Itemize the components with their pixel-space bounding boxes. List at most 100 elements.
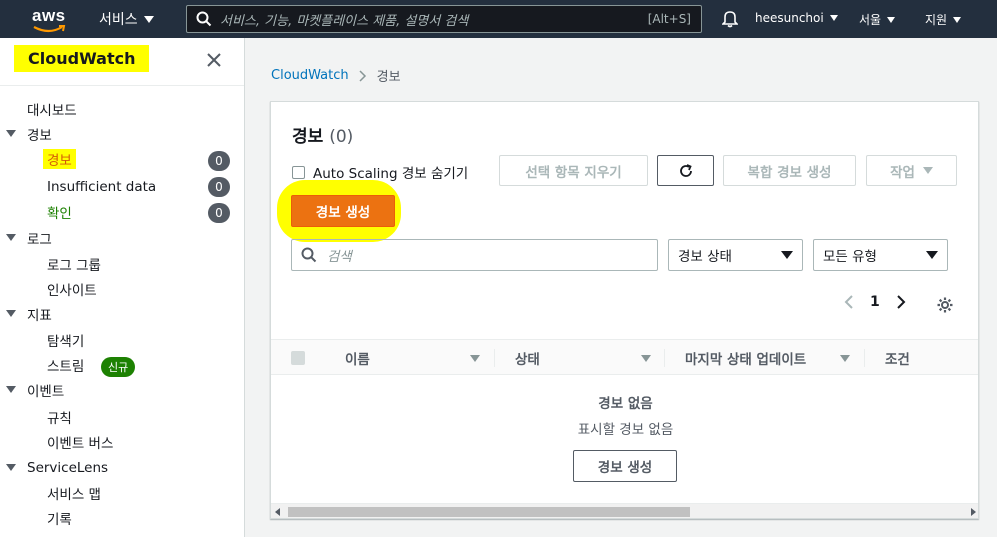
caret-down-icon bbox=[922, 167, 933, 174]
column-last-update[interactable]: 마지막 상태 업데이트 bbox=[685, 340, 806, 376]
column-name[interactable]: 이름 bbox=[345, 340, 370, 376]
horizontal-scrollbar[interactable] bbox=[271, 503, 978, 518]
chevron-left-icon[interactable] bbox=[844, 294, 854, 310]
sidebar-item-streams[interactable]: 스트림 bbox=[47, 354, 84, 376]
breadcrumb-current: 경보 bbox=[376, 70, 401, 85]
caret-down-icon bbox=[953, 16, 962, 23]
bell-icon[interactable] bbox=[722, 10, 738, 28]
alarm-type-select[interactable]: 모든 유형 bbox=[813, 239, 948, 271]
insufficient-count-badge: 0 bbox=[208, 177, 230, 197]
expand-triangle-icon[interactable] bbox=[6, 464, 16, 471]
column-divider bbox=[864, 349, 865, 367]
column-divider bbox=[494, 349, 495, 367]
table-header: 이름 상태 마지막 상태 업데이트 조건 bbox=[271, 339, 978, 376]
alarm-count: (0) bbox=[329, 127, 354, 147]
services-menu[interactable]: 서비스 bbox=[99, 9, 154, 29]
caret-down-icon bbox=[143, 15, 154, 23]
expand-triangle-icon[interactable] bbox=[6, 130, 16, 137]
alarm-search-input[interactable]: 검색 bbox=[327, 245, 352, 265]
column-state[interactable]: 상태 bbox=[515, 340, 540, 376]
global-search[interactable]: 서비스, 기능, 마켓플레이스 제품, 설명서 검색 [Alt+S] bbox=[186, 5, 702, 33]
region-label: 서울 bbox=[859, 13, 882, 27]
alarms-count-badge: 0 bbox=[208, 151, 230, 171]
hide-autoscaling-toggle[interactable]: Auto Scaling 경보 숨기기 bbox=[292, 162, 468, 182]
caret-down-icon bbox=[829, 15, 838, 21]
sidebar-group-logs[interactable]: 로그 bbox=[27, 227, 52, 249]
breadcrumb-root[interactable]: CloudWatch bbox=[271, 68, 349, 83]
sidebar-item-explorer[interactable]: 탐색기 bbox=[47, 329, 84, 351]
sidebar-group-events[interactable]: 이벤트 bbox=[27, 379, 64, 401]
actions-button[interactable]: 작업 bbox=[866, 155, 957, 186]
new-badge: 신규 bbox=[101, 357, 136, 377]
page-number[interactable]: 1 bbox=[870, 294, 880, 310]
caret-down-icon bbox=[781, 251, 793, 259]
actions-label: 작업 bbox=[890, 164, 915, 181]
empty-create-alarm-button[interactable]: 경보 생성 bbox=[573, 450, 677, 482]
panel-title-text: 경보 bbox=[292, 127, 324, 147]
expand-triangle-icon[interactable] bbox=[6, 234, 16, 241]
refresh-button[interactable] bbox=[657, 155, 714, 186]
sidebar-item-insufficient-data[interactable]: Insufficient data bbox=[47, 176, 156, 198]
empty-state-title: 경보 없음 bbox=[598, 396, 653, 412]
refresh-icon bbox=[679, 163, 692, 177]
sidebar-divider bbox=[0, 85, 244, 86]
chevron-right-icon[interactable] bbox=[896, 294, 906, 310]
top-navigation: aws 서비스 서비스, 기능, 마켓플레이스 제품, 설명서 검색 [Alt+… bbox=[0, 0, 997, 38]
caret-down-icon bbox=[887, 16, 896, 23]
aws-logo[interactable]: aws bbox=[30, 4, 70, 34]
sidebar-item-event-bus[interactable]: 이벤트 버스 bbox=[47, 431, 113, 453]
clear-selection-button[interactable]: 선택 항목 지우기 bbox=[499, 155, 648, 186]
column-conditions[interactable]: 조건 bbox=[885, 340, 910, 376]
caret-down-icon bbox=[926, 251, 938, 259]
region-menu[interactable]: 서울 bbox=[859, 11, 896, 28]
services-label: 서비스 bbox=[99, 12, 138, 28]
sidebar-item-alarms[interactable]: 경보 bbox=[43, 148, 76, 170]
sidebar: CloudWatch 대시보드 경보 경보 0 Insufficient dat… bbox=[0, 38, 245, 537]
hide-autoscaling-label: Auto Scaling 경보 숨기기 bbox=[313, 166, 469, 182]
search-shortcut: [Alt+S] bbox=[647, 12, 691, 26]
support-menu[interactable]: 지원 bbox=[925, 11, 962, 28]
sidebar-group-alarms[interactable]: 경보 bbox=[27, 123, 52, 145]
empty-state-subtitle: 표시할 경보 없음 bbox=[577, 422, 674, 438]
hide-autoscaling-checkbox[interactable] bbox=[292, 165, 305, 179]
sort-icon[interactable] bbox=[840, 355, 850, 362]
ok-count-badge: 0 bbox=[208, 203, 230, 223]
page-title: 경보 (0) bbox=[292, 122, 353, 147]
gear-icon[interactable] bbox=[936, 296, 954, 314]
sidebar-item-traces[interactable]: 기록 bbox=[47, 507, 72, 529]
expand-triangle-icon[interactable] bbox=[6, 386, 16, 393]
aws-smile-icon bbox=[33, 25, 66, 33]
sidebar-item-rules[interactable]: 규칙 bbox=[47, 406, 72, 428]
alarm-search-field[interactable]: 검색 bbox=[291, 239, 658, 271]
alarm-type-value: 모든 유형 bbox=[823, 249, 877, 265]
create-composite-alarm-button[interactable]: 복합 경보 생성 bbox=[723, 155, 856, 186]
sidebar-item-alarms-label: 경보 bbox=[43, 149, 76, 169]
sidebar-item-ok[interactable]: 확인 bbox=[47, 201, 72, 223]
sort-icon[interactable] bbox=[641, 355, 651, 362]
sidebar-item-insights[interactable]: 인사이트 bbox=[47, 278, 97, 300]
column-divider bbox=[664, 349, 665, 367]
sidebar-item-log-groups[interactable]: 로그 그룹 bbox=[47, 253, 101, 275]
create-alarm-button[interactable]: 경보 생성 bbox=[291, 195, 395, 227]
sidebar-group-servicelens[interactable]: ServiceLens bbox=[27, 457, 108, 479]
alarm-state-select[interactable]: 경보 상태 bbox=[668, 239, 803, 271]
expand-triangle-icon[interactable] bbox=[6, 310, 16, 317]
search-input[interactable]: 서비스, 기능, 마켓플레이스 제품, 설명서 검색 bbox=[220, 10, 648, 29]
scroll-left-icon[interactable] bbox=[275, 508, 280, 516]
close-icon[interactable] bbox=[206, 52, 222, 68]
sidebar-title[interactable]: CloudWatch bbox=[14, 45, 150, 72]
sidebar-group-metrics[interactable]: 지표 bbox=[27, 303, 52, 325]
user-label: heesunchoi bbox=[755, 11, 824, 25]
scrollbar-thumb[interactable] bbox=[288, 507, 690, 517]
aws-logo-text: aws bbox=[32, 6, 66, 25]
alarms-panel: 경보 (0) Auto Scaling 경보 숨기기 선택 항목 지우기 복합 … bbox=[270, 101, 979, 519]
sidebar-item-service-map[interactable]: 서비스 맵 bbox=[47, 482, 101, 504]
sort-icon[interactable] bbox=[470, 355, 480, 362]
support-label: 지원 bbox=[925, 13, 948, 27]
sidebar-item-dashboard[interactable]: 대시보드 bbox=[27, 98, 77, 120]
scroll-right-icon[interactable] bbox=[971, 508, 976, 516]
search-icon bbox=[196, 11, 212, 27]
user-menu[interactable]: heesunchoi bbox=[755, 11, 838, 25]
chevron-right-icon bbox=[359, 69, 366, 82]
select-all-checkbox[interactable] bbox=[291, 351, 305, 365]
